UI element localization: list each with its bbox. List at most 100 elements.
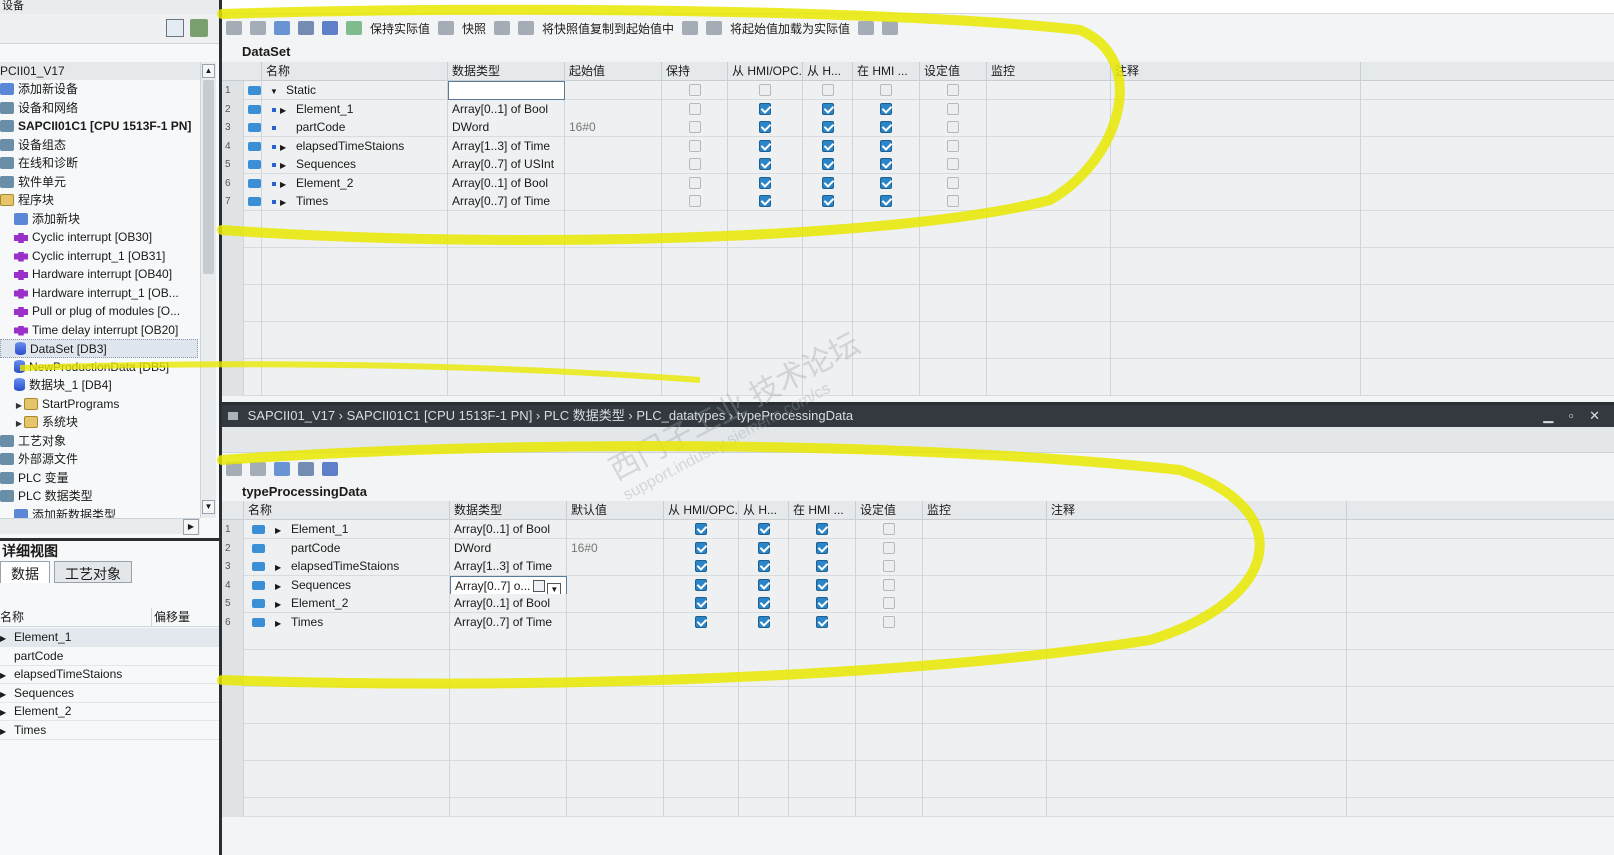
comment-cell[interactable] bbox=[1047, 797, 1347, 817]
checkbox[interactable] bbox=[757, 560, 770, 572]
checkbox[interactable] bbox=[880, 195, 892, 207]
checkbox[interactable] bbox=[695, 523, 707, 535]
table-row[interactable]: 5 ▶ Element_2 Array[0..1] of Bool bbox=[222, 594, 1614, 613]
checkbox-cell[interactable] bbox=[853, 136, 920, 156]
checkbox-cell[interactable] bbox=[728, 155, 803, 174]
checkbox[interactable] bbox=[947, 121, 959, 133]
name-cell[interactable]: ▶ Element_2 bbox=[262, 173, 448, 193]
table-row[interactable]: 3 partCode DWord 16#0 bbox=[222, 118, 1614, 137]
checkbox-cell[interactable] bbox=[853, 173, 920, 193]
checkbox[interactable] bbox=[821, 139, 834, 152]
empty-row[interactable] bbox=[222, 649, 1614, 669]
tree-item[interactable]: 设备和网络 bbox=[0, 99, 198, 118]
checkbox[interactable] bbox=[757, 541, 770, 554]
column-header[interactable]: 保持 bbox=[662, 62, 728, 80]
checkbox-cell[interactable] bbox=[662, 118, 728, 137]
table-row[interactable]: 2 ▶ Element_1 Array[0..1] of Bool bbox=[222, 99, 1614, 119]
checkbox[interactable] bbox=[759, 102, 771, 115]
checkbox[interactable] bbox=[880, 84, 892, 96]
comment-cell[interactable] bbox=[1111, 192, 1361, 211]
checkbox-cell[interactable] bbox=[853, 118, 920, 137]
column-header[interactable]: 默认值 bbox=[567, 501, 664, 519]
comment-cell[interactable] bbox=[1111, 210, 1361, 230]
copy-snapshot-button[interactable]: 将快照值复制到起始值中 bbox=[542, 20, 674, 37]
checkbox[interactable] bbox=[883, 541, 895, 554]
checkbox[interactable] bbox=[947, 84, 959, 96]
copy-start2-icon[interactable] bbox=[706, 21, 723, 35]
project-root[interactable]: PCII01_V17 bbox=[0, 62, 200, 80]
tree-item[interactable]: Hardware interrupt [OB40] bbox=[0, 265, 198, 284]
column-header[interactable]: 从 HMI/OPC... bbox=[728, 62, 803, 80]
checkbox-cell[interactable] bbox=[662, 136, 728, 156]
checkbox[interactable] bbox=[816, 541, 828, 554]
detail-row[interactable]: partCode bbox=[0, 647, 219, 666]
checkbox[interactable] bbox=[821, 176, 834, 189]
tree-hscrollbar[interactable]: ▶ bbox=[0, 518, 200, 535]
comment-cell[interactable] bbox=[1047, 668, 1347, 687]
comment-cell[interactable] bbox=[1047, 594, 1347, 613]
snapshot-button[interactable]: 快照 bbox=[462, 20, 486, 37]
default-value-cell[interactable] bbox=[567, 594, 664, 613]
expand-arrow-icon[interactable]: ▶ bbox=[280, 101, 292, 119]
table-row[interactable]: 6 ▶ Times Array[0..7] of Time bbox=[222, 612, 1614, 632]
checkbox-cell[interactable] bbox=[803, 118, 853, 137]
checkbox-cell[interactable] bbox=[728, 81, 803, 100]
empty-row[interactable] bbox=[222, 760, 1614, 780]
tree-item[interactable]: 添加新数据类型 bbox=[0, 506, 198, 518]
tree-item[interactable]: PLC 数据类型 bbox=[0, 487, 198, 506]
tree-item[interactable]: Time delay interrupt [OB20] bbox=[0, 321, 198, 340]
comment-cell[interactable] bbox=[1111, 358, 1361, 378]
checkbox-cell[interactable] bbox=[728, 136, 803, 156]
empty-row[interactable] bbox=[222, 247, 1614, 267]
empty-row[interactable] bbox=[222, 668, 1614, 687]
tree-item[interactable]: SAPCII01C1 [CPU 1513F-1 PN] bbox=[0, 117, 198, 136]
checkbox-cell[interactable] bbox=[856, 575, 923, 595]
load2-icon[interactable] bbox=[882, 21, 899, 35]
detail-row[interactable]: ▶ elapsedTimeStaions bbox=[0, 665, 219, 684]
checkbox[interactable] bbox=[816, 523, 828, 535]
checkbox[interactable] bbox=[947, 139, 959, 152]
comment-cell[interactable] bbox=[1047, 538, 1347, 558]
default-value-cell[interactable] bbox=[567, 557, 664, 576]
checkbox[interactable] bbox=[883, 615, 895, 628]
checkbox[interactable] bbox=[880, 176, 892, 189]
type-cell[interactable]: Array[0..7] of Time bbox=[450, 612, 567, 632]
checkbox-cell[interactable] bbox=[803, 155, 853, 174]
checkbox[interactable] bbox=[821, 195, 834, 207]
checkbox-cell[interactable] bbox=[856, 520, 923, 539]
type-cell[interactable]: Array[1..3] of Time bbox=[448, 136, 565, 156]
comment-cell[interactable] bbox=[1047, 649, 1347, 669]
expand-arrow-icon[interactable]: ▶ bbox=[14, 414, 24, 432]
tree-item[interactable]: 添加新块 bbox=[0, 210, 198, 229]
name-cell[interactable]: ▶ elapsedTimeStaions bbox=[262, 136, 448, 156]
comment-cell[interactable] bbox=[1111, 377, 1361, 396]
empty-row[interactable] bbox=[222, 358, 1614, 378]
comment-cell[interactable] bbox=[1111, 247, 1361, 267]
checkbox[interactable] bbox=[821, 121, 834, 133]
checkbox-cell[interactable] bbox=[664, 575, 739, 595]
collapse-arrow-icon[interactable]: ▼ bbox=[270, 82, 282, 100]
checkbox-cell[interactable] bbox=[803, 136, 853, 156]
checkbox[interactable] bbox=[695, 615, 707, 628]
default-value-cell[interactable] bbox=[567, 575, 664, 595]
checkbox[interactable] bbox=[947, 158, 959, 170]
checkbox[interactable] bbox=[883, 597, 895, 609]
checkbox[interactable] bbox=[883, 578, 895, 591]
window-controls[interactable]: ▁ ▫ ✕ bbox=[1543, 405, 1606, 427]
tree-item[interactable]: 软件单元 bbox=[0, 173, 198, 192]
expand-arrow-icon[interactable]: ▶ bbox=[280, 175, 292, 193]
name-cell[interactable]: ▶ Times bbox=[262, 192, 448, 211]
type-cell[interactable]: Array[1..3] of Time bbox=[450, 557, 567, 576]
expand-arrow-icon[interactable]: ▶ bbox=[275, 558, 287, 576]
table-row[interactable]: 2 partCode DWord 16#0 bbox=[222, 538, 1614, 558]
checkbox[interactable] bbox=[757, 578, 770, 591]
type-cell[interactable]: Array[0..1] of Bool bbox=[448, 99, 565, 119]
comment-cell[interactable] bbox=[1047, 686, 1347, 706]
checkbox[interactable] bbox=[883, 560, 895, 572]
empty-row[interactable] bbox=[222, 303, 1614, 322]
checkbox-cell[interactable] bbox=[664, 557, 739, 576]
tree-item[interactable]: NewProductionData [DB5] bbox=[0, 358, 198, 377]
tree-item[interactable]: PLC 变量 bbox=[0, 469, 198, 488]
table-row[interactable]: 4 ▶ Sequences Array[0..7] o... ▼ bbox=[222, 575, 1614, 595]
default-value-cell[interactable] bbox=[567, 520, 664, 539]
